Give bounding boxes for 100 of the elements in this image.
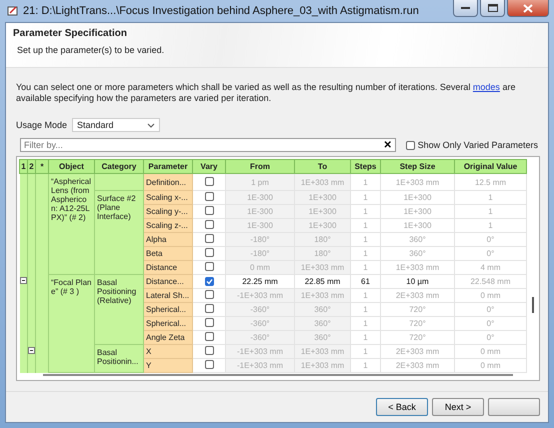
modes-link[interactable]: modes <box>472 82 500 92</box>
vary-checkbox[interactable] <box>204 176 214 186</box>
table-cell: 180° <box>294 246 350 260</box>
collapse-icon[interactable] <box>28 347 34 354</box>
table-cell: 1E+303 mm <box>294 358 350 372</box>
maximize-button[interactable] <box>480 0 505 17</box>
table-cell: 1E+300 <box>380 204 454 218</box>
checkbox-label: Show Only Varied Parameters <box>418 140 538 150</box>
parameter-cell: Scaling y-... <box>144 204 192 218</box>
dialog-button[interactable] <box>488 398 540 416</box>
table-cell: 1E+303 mm <box>380 260 454 274</box>
table-cell: 0 mm <box>454 344 526 358</box>
clear-button[interactable]: ✕ <box>384 139 392 151</box>
table-cell: 1E+300 <box>380 190 454 204</box>
minimize-icon <box>461 6 470 10</box>
parameter-cell: Distance <box>144 260 192 274</box>
table-cell: 360° <box>294 330 350 344</box>
table-cell: 360° <box>380 246 454 260</box>
table-cell: 1 <box>350 288 380 302</box>
table-cell: 1E-300 <box>226 190 294 204</box>
table-cell: 0 mm <box>454 288 526 302</box>
parameter-cell: Beta <box>144 246 192 260</box>
column-header[interactable]: Category <box>94 160 144 174</box>
table-cell: 0 mm <box>454 358 526 372</box>
vary-checkbox[interactable] <box>204 220 214 229</box>
table-cell: 1 <box>350 330 380 344</box>
checkbox[interactable] <box>406 140 415 150</box>
table-cell: 360° <box>380 232 454 246</box>
category-cell: Basal Positionin... <box>94 344 144 372</box>
minimize-button[interactable] <box>453 0 478 17</box>
column-header[interactable]: 1 <box>20 160 28 174</box>
window-title: 21: D:\LightTrans...\Focus Investigation behind Asphere_03_with Astigmatism.run <box>23 5 420 17</box>
vary-checkbox[interactable] <box>204 234 214 243</box>
vary-checkbox[interactable] <box>204 262 214 271</box>
table-cell: 1 <box>350 302 380 316</box>
table-cell: -180° <box>226 232 294 246</box>
vary-checkbox[interactable] <box>204 248 214 257</box>
vary-checkbox[interactable] <box>204 318 214 327</box>
vary-checkbox[interactable] <box>204 360 214 369</box>
table-cell: 360° <box>294 316 350 330</box>
close-icon <box>523 4 533 12</box>
table-cell: 1 pm <box>226 174 294 190</box>
table-cell: 61 <box>350 274 380 288</box>
table-cell: 360° <box>294 302 350 316</box>
table-cell: 1E+303 mm <box>380 174 454 190</box>
table-cell: 1 <box>350 358 380 372</box>
parameter-cell: Spherical... <box>144 302 192 316</box>
table-cell: 0° <box>454 330 526 344</box>
table-cell: 1 <box>350 204 380 218</box>
table-cell: 1E-300 <box>226 204 294 218</box>
vary-checkbox[interactable] <box>204 304 214 313</box>
table-cell: 1 <box>350 316 380 330</box>
table-cell: 1 <box>350 174 380 190</box>
parameter-cell: Distance... <box>144 274 192 288</box>
table-cell: 1 <box>350 344 380 358</box>
table-cell: 1 <box>350 260 380 274</box>
parameter-cell: Lateral Sh... <box>144 288 192 302</box>
parameter-cell: Angle Zeta <box>144 330 192 344</box>
horizontal-scrollbar[interactable] <box>43 374 513 376</box>
column-header[interactable]: Parameter <box>144 160 192 174</box>
vary-checkbox[interactable] <box>204 346 214 355</box>
table-cell: 1 <box>350 246 380 260</box>
table-cell: 1E-300 <box>226 218 294 232</box>
column-header[interactable]: Original Value <box>454 160 526 174</box>
parameter-cell: Alpha <box>144 232 192 246</box>
nav-button[interactable]: Next > <box>432 398 484 416</box>
column-header[interactable]: Step Size <box>380 160 454 174</box>
filter-field[interactable]: Filter by... ✕ <box>20 138 396 152</box>
column-header[interactable]: * <box>36 160 48 174</box>
column-header[interactable]: Vary <box>192 160 226 174</box>
table-cell: 180° <box>294 232 350 246</box>
collapse-icon[interactable] <box>20 277 26 284</box>
vary-checkbox[interactable] <box>204 206 214 215</box>
table-cell: 2E+303 mm <box>380 344 454 358</box>
column-header[interactable]: To <box>294 160 350 174</box>
vary-checkbox[interactable] <box>204 290 214 299</box>
table-cell: 1E+303 mm <box>294 174 350 190</box>
table-cell: 22.548 mm <box>454 274 526 288</box>
vary-checkbox[interactable] <box>204 276 214 286</box>
table-cell: 1E+300 <box>294 204 350 218</box>
table-cell: 12.5 mm <box>454 174 526 190</box>
table-cell: 1E+300 <box>380 218 454 232</box>
close-button[interactable] <box>507 0 549 17</box>
column-header[interactable]: Object <box>48 160 94 174</box>
table-cell: 0 mm <box>226 260 294 274</box>
column-header[interactable]: From <box>226 160 294 174</box>
table-cell: 1 <box>454 218 526 232</box>
table-cell: -1E+303 mm <box>226 358 294 372</box>
vary-checkbox[interactable] <box>204 192 214 201</box>
table-cell: 720° <box>380 316 454 330</box>
table-cell: -1E+303 mm <box>226 344 294 358</box>
nav-button[interactable]: < Back <box>376 398 428 416</box>
object-cell: “Aspherical Lens (from Asphericon: A12-25LPX)” (# 2) <box>48 174 94 274</box>
parameter-cell: Y <box>144 358 192 372</box>
table-cell: 1 <box>350 190 380 204</box>
column-header[interactable]: Steps <box>350 160 380 174</box>
usage-mode-dropdown[interactable]: Standard <box>72 118 160 132</box>
object-cell: “Focal Plane” (# 3 ) <box>48 274 94 372</box>
scrollbar-thumb[interactable] <box>532 297 534 313</box>
vary-checkbox[interactable] <box>204 332 214 341</box>
